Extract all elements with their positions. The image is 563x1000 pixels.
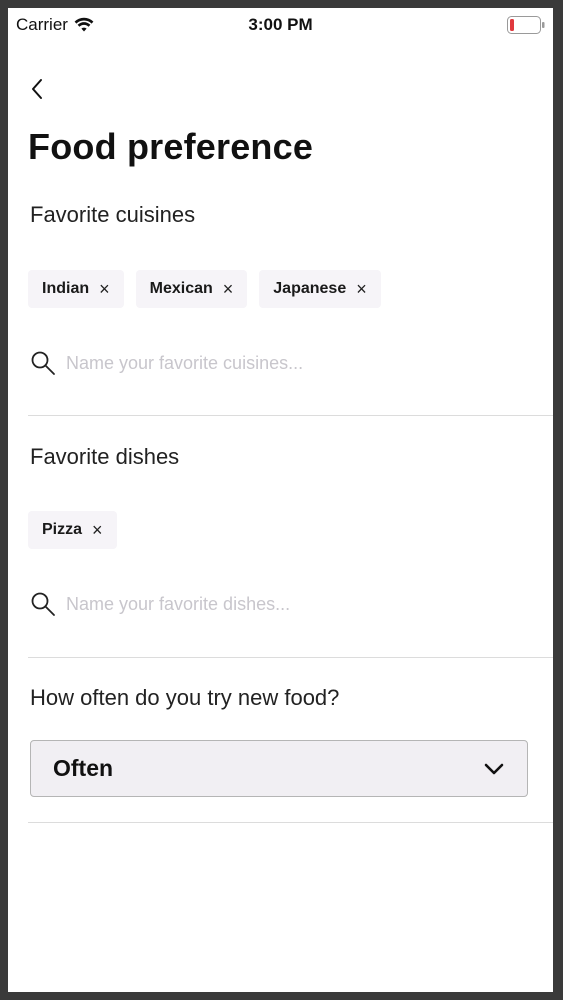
frequency-label: How often do you try new food? — [30, 685, 340, 710]
page-title: Food preference — [28, 126, 314, 167]
frequency-selected-value: Often — [53, 755, 114, 781]
chip-label: Japanese — [273, 280, 347, 297]
cuisine-search-input[interactable] — [66, 352, 506, 374]
close-icon[interactable]: × — [356, 280, 367, 298]
cuisine-chip-indian: Indian × — [28, 270, 124, 308]
cuisine-chip-mexican: Mexican × — [135, 270, 248, 308]
chip-label: Indian — [42, 280, 90, 297]
chevron-down-icon — [484, 763, 504, 774]
search-icon — [31, 351, 55, 375]
dishes-label: Favorite dishes — [30, 444, 180, 469]
chip-label: Mexican — [149, 280, 213, 297]
dish-search-input[interactable] — [66, 593, 506, 615]
cuisine-chip-japanese: Japanese × — [259, 270, 381, 308]
chevron-left-icon — [32, 79, 42, 99]
divider — [28, 822, 553, 823]
close-icon[interactable]: × — [223, 280, 234, 298]
status-time: 3:00 PM — [248, 15, 313, 34]
status-bar: Carrier 3:00 PM — [8, 8, 553, 42]
cuisine-chips: Indian × Mexican × Japanese × — [28, 270, 381, 308]
search-icon — [31, 592, 55, 616]
close-icon[interactable]: × — [99, 280, 110, 298]
chip-label: Pizza — [42, 521, 83, 538]
dish-search — [30, 586, 530, 622]
cuisine-search — [30, 345, 530, 381]
cuisines-label: Favorite cuisines — [30, 202, 196, 227]
close-icon[interactable]: × — [92, 521, 103, 539]
divider — [28, 657, 553, 658]
divider — [28, 415, 553, 416]
battery-icon — [507, 16, 545, 34]
dish-chips: Pizza × — [28, 511, 117, 549]
dish-chip-pizza: Pizza × — [28, 511, 117, 549]
phone-screen: Carrier 3:00 PM Food preference Favorite… — [8, 8, 553, 992]
frequency-select[interactable]: Often — [30, 740, 528, 797]
back-button[interactable] — [22, 74, 52, 104]
